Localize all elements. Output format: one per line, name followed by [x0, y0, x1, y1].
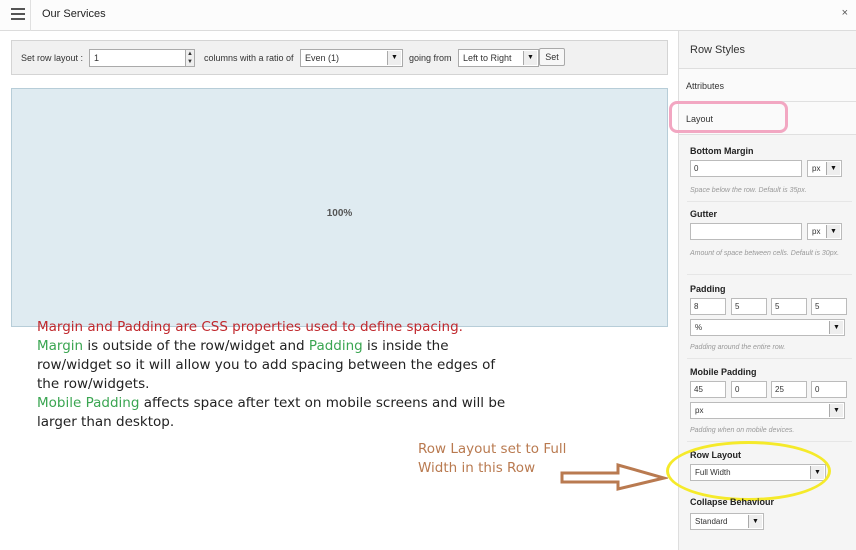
ratio-select-value: Even (1) [305, 53, 340, 63]
ratio-select[interactable]: Even (1) ▼ [300, 49, 403, 67]
chevron-down-icon: ▼ [387, 51, 401, 65]
padding-term: Padding [308, 338, 363, 354]
gutter-help: Amount of space between cells. Default i… [690, 250, 840, 257]
panel-title: Row Styles [690, 44, 746, 56]
collapse-value: Standard [695, 517, 728, 526]
columns-spinner[interactable]: ▲ ▼ [185, 49, 195, 67]
padding-unit: % [695, 323, 703, 332]
bottom-margin-unit: px [812, 164, 821, 173]
direction-select[interactable]: Left to Right ▼ [458, 49, 539, 67]
chevron-down-icon: ▼ [748, 515, 762, 528]
padding-label: Padding [690, 284, 726, 294]
mobile-padding-top-input[interactable]: 45 [690, 381, 726, 398]
margin-term: Margin [37, 338, 84, 354]
chevron-down-icon: ▼ [523, 51, 537, 65]
columns-input[interactable]: 1 [89, 49, 186, 67]
row-cell[interactable]: 100% [11, 88, 668, 327]
layout-highlight [669, 101, 788, 133]
collapse-label: Collapse Behaviour [690, 497, 775, 507]
mobile-padding-term: Mobile Padding [37, 395, 140, 411]
field-divider [687, 358, 852, 359]
field-divider [687, 274, 852, 275]
padding-top-input[interactable]: 8 [690, 298, 726, 315]
header-divider [30, 0, 31, 31]
dialog-title: Our Services [42, 8, 106, 20]
padding-left-input[interactable]: 5 [811, 298, 847, 315]
gutter-input[interactable] [690, 223, 802, 240]
padding-unit-select[interactable]: % ▼ [690, 319, 845, 336]
chevron-down-icon: ▼ [826, 162, 840, 175]
gutter-unit: px [812, 227, 821, 236]
direction-select-value: Left to Right [463, 53, 512, 63]
going-from-text: going from [409, 53, 452, 63]
annotation-text: Margin and Padding are CSS properties us… [37, 318, 507, 432]
dialog-header: Our Services × [0, 0, 856, 31]
row-styles-panel: Row Styles Attributes Layout Bottom Marg… [666, 31, 856, 550]
mobile-padding-help: Padding when on mobile devices. [690, 427, 795, 434]
set-button[interactable]: Set [539, 48, 565, 66]
field-divider [687, 201, 852, 202]
collapse-select[interactable]: Standard ▼ [690, 513, 764, 530]
chevron-down-icon: ▼ [829, 404, 843, 417]
mobile-padding-unit-select[interactable]: px ▼ [690, 402, 845, 419]
tab-attributes-label: Attributes [686, 81, 725, 91]
menu-icon[interactable] [11, 8, 25, 20]
close-icon[interactable]: × [842, 7, 848, 19]
bottom-margin-help: Space below the row. Default is 35px. [690, 187, 807, 194]
padding-help: Padding around the entire row. [690, 344, 786, 351]
cell-width-label: 100% [326, 208, 353, 219]
chevron-down-icon: ▼ [826, 225, 840, 238]
mobile-padding-label: Mobile Padding [690, 367, 757, 377]
mobile-padding-right-input[interactable]: 0 [731, 381, 767, 398]
margin-text: is outside of the row/widget and [83, 338, 309, 354]
padding-bottom-input[interactable]: 5 [771, 298, 807, 315]
row-layout-highlight [666, 441, 831, 501]
gutter-label: Gutter [690, 209, 717, 219]
set-row-label: Set row layout : [21, 53, 84, 63]
row-layout-toolbar: Set row layout : 1 ▲ ▼ columns with a rat… [11, 40, 668, 75]
bottom-margin-unit-select[interactable]: px ▼ [807, 160, 842, 177]
annotation-line-intro: Margin and Padding are CSS properties us… [37, 319, 463, 335]
annotation-mobile: Mobile Padding affects space after text … [37, 394, 507, 432]
bottom-margin-input[interactable]: 0 [690, 160, 802, 177]
mobile-padding-left-input[interactable]: 0 [811, 381, 847, 398]
mobile-padding-unit: px [695, 406, 704, 415]
annotation-margin-padding: Margin is outside of the row/widget and … [37, 337, 507, 394]
padding-right-input[interactable]: 5 [731, 298, 767, 315]
tab-attributes[interactable]: Attributes [679, 69, 856, 102]
gutter-unit-select[interactable]: px ▼ [807, 223, 842, 240]
bottom-margin-label: Bottom Margin [690, 146, 754, 156]
arrow-right-icon [560, 463, 668, 491]
mobile-padding-bottom-input[interactable]: 25 [771, 381, 807, 398]
chevron-down-icon: ▼ [829, 321, 843, 334]
columns-ratio-text: columns with a ratio of [204, 53, 294, 63]
